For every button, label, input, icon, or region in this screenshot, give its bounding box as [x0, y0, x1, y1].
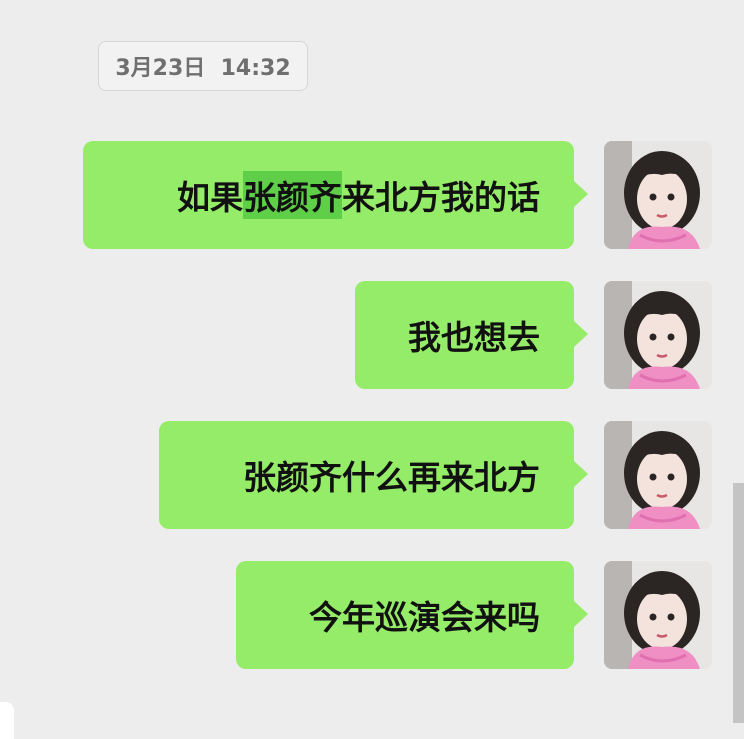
highlighted-text: 张颜齐: [243, 171, 342, 219]
input-area-edge: [0, 702, 14, 739]
message-bubble[interactable]: 我也想去: [355, 281, 588, 389]
message-text: 如果: [177, 178, 243, 217]
message-bubble[interactable]: 张颜齐什么再来北方: [159, 421, 588, 529]
message-text: 今年巡演会来吗: [309, 598, 540, 637]
message-text: 张颜齐什么再来北方: [243, 458, 540, 497]
message-bubble[interactable]: 今年巡演会来吗: [236, 561, 588, 669]
avatar[interactable]: [604, 281, 712, 389]
avatar[interactable]: [604, 421, 712, 529]
message-text: 我也想去: [408, 318, 540, 357]
message-bubble[interactable]: 如果 张颜齐 来北方我的话: [83, 141, 588, 249]
avatar[interactable]: [604, 561, 712, 669]
message-row: 如果 张颜齐 来北方我的话: [0, 141, 744, 249]
message-row: 今年巡演会来吗: [0, 561, 744, 669]
scrollbar[interactable]: [733, 483, 744, 723]
avatar-image: [604, 141, 712, 249]
message-text: 来北方我的话: [342, 178, 540, 217]
avatar-image: [604, 421, 712, 529]
message-row: 张颜齐什么再来北方: [0, 421, 744, 529]
chat-timestamp: 3月23日 14:32: [98, 41, 308, 91]
avatar-image: [604, 561, 712, 669]
avatar-image: [604, 281, 712, 389]
avatar[interactable]: [604, 141, 712, 249]
message-row: 我也想去: [0, 281, 744, 389]
